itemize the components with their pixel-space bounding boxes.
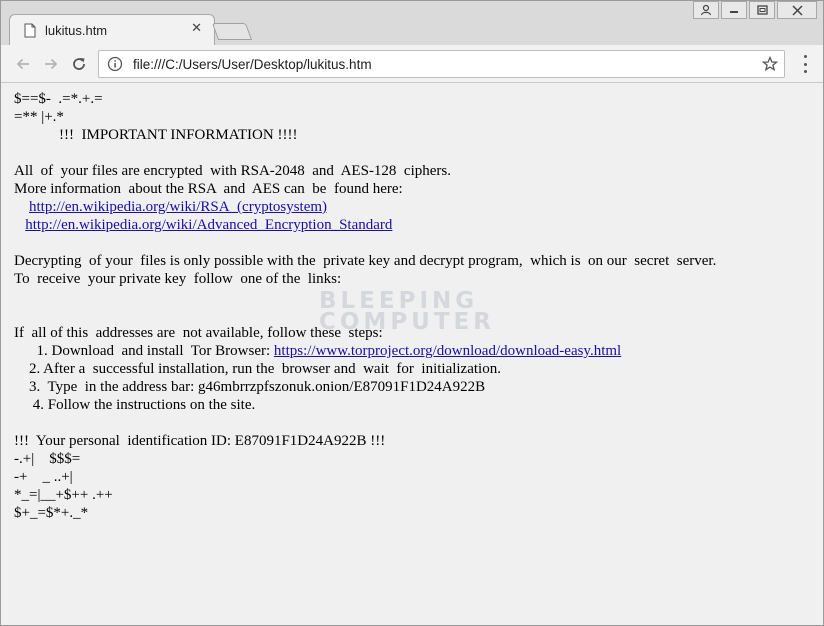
tab-title: lukitus.htm: [45, 23, 108, 38]
restore-button[interactable]: [749, 1, 775, 19]
text-line: More information about the RSA and AES c…: [14, 181, 403, 197]
window-controls: [693, 1, 817, 19]
text-line: All of your files are encrypted with RSA…: [14, 163, 451, 179]
back-button[interactable]: [12, 53, 34, 75]
tor-download-link[interactable]: https://www.torproject.org/download/down…: [274, 343, 621, 359]
forward-arrow-icon: [45, 58, 58, 70]
ascii-art-line: $==$- .=*.+.=: [14, 91, 103, 107]
restore-icon: [756, 5, 768, 15]
text-line: If all of this addresses are not availab…: [14, 325, 383, 341]
reload-icon: [73, 58, 85, 70]
menu-button[interactable]: [801, 55, 809, 73]
close-window-button[interactable]: [777, 1, 817, 19]
browser-window: lukitus.htm ✕ file:///C:/Users/User/Desk…: [0, 0, 824, 626]
page-icon: [24, 23, 36, 38]
step-line: 2. After a successful installation, run …: [14, 361, 501, 377]
note-heading: !!! IMPORTANT INFORMATION !!!!: [14, 127, 298, 143]
title-bar: lukitus.htm ✕: [1, 1, 823, 46]
minimize-button[interactable]: [721, 1, 747, 19]
minimize-icon: [730, 11, 738, 13]
menu-dots-icon: [803, 55, 807, 58]
info-icon: [107, 56, 123, 72]
close-icon: [791, 4, 803, 16]
url-text[interactable]: file:///C:/Users/User/Desktop/lukitus.ht…: [133, 57, 372, 72]
ascii-art-line: -+ _ ..+|: [14, 469, 73, 485]
link-line: http://en.wikipedia.org/wiki/RSA_(crypto…: [14, 198, 814, 216]
star-icon: [762, 56, 778, 72]
back-arrow-icon: [16, 58, 29, 70]
page-content: BLEEPING COMPUTER $==$- .=*.+.= =** |+.*…: [1, 84, 823, 625]
reload-button[interactable]: [68, 53, 90, 75]
text-line: To receive your private key follow one o…: [14, 271, 342, 287]
text-line: Decrypting of your files is only possibl…: [14, 253, 717, 269]
ascii-art-line: *_=|__+$++ .++: [14, 487, 113, 503]
step-line: 1. Download and install Tor Browser: htt…: [14, 343, 622, 359]
ascii-art-line: $+_=$*+._*: [14, 505, 89, 521]
ransom-note: $==$- .=*.+.= =** |+.* !!! IMPORTANT INF…: [14, 90, 814, 522]
toolbar: file:///C:/Users/User/Desktop/lukitus.ht…: [1, 45, 823, 83]
browser-tab[interactable]: lukitus.htm ✕: [9, 14, 215, 46]
address-bar[interactable]: file:///C:/Users/User/Desktop/lukitus.ht…: [98, 50, 785, 78]
rsa-wiki-link[interactable]: http://en.wikipedia.org/wiki/RSA_(crypto…: [29, 199, 327, 215]
personal-id-line: !!! Your personal identification ID: E87…: [14, 433, 386, 449]
forward-button[interactable]: [40, 53, 62, 75]
ascii-art-line: -.+| $$$=: [14, 451, 81, 467]
link-line: http://en.wikipedia.org/wiki/Advanced_En…: [14, 216, 814, 234]
tab-close-icon[interactable]: ✕: [191, 21, 202, 36]
aes-wiki-link[interactable]: http://en.wikipedia.org/wiki/Advanced_En…: [25, 217, 392, 233]
new-tab-button[interactable]: [211, 23, 253, 40]
ascii-art-line: =** |+.*: [14, 109, 64, 125]
profile-icon: [700, 4, 712, 16]
step-line: 4. Follow the instructions on the site.: [14, 397, 256, 413]
step-line: 3. Type in the address bar: g46mbrrzpfsz…: [14, 379, 486, 395]
profile-button[interactable]: [693, 1, 719, 19]
